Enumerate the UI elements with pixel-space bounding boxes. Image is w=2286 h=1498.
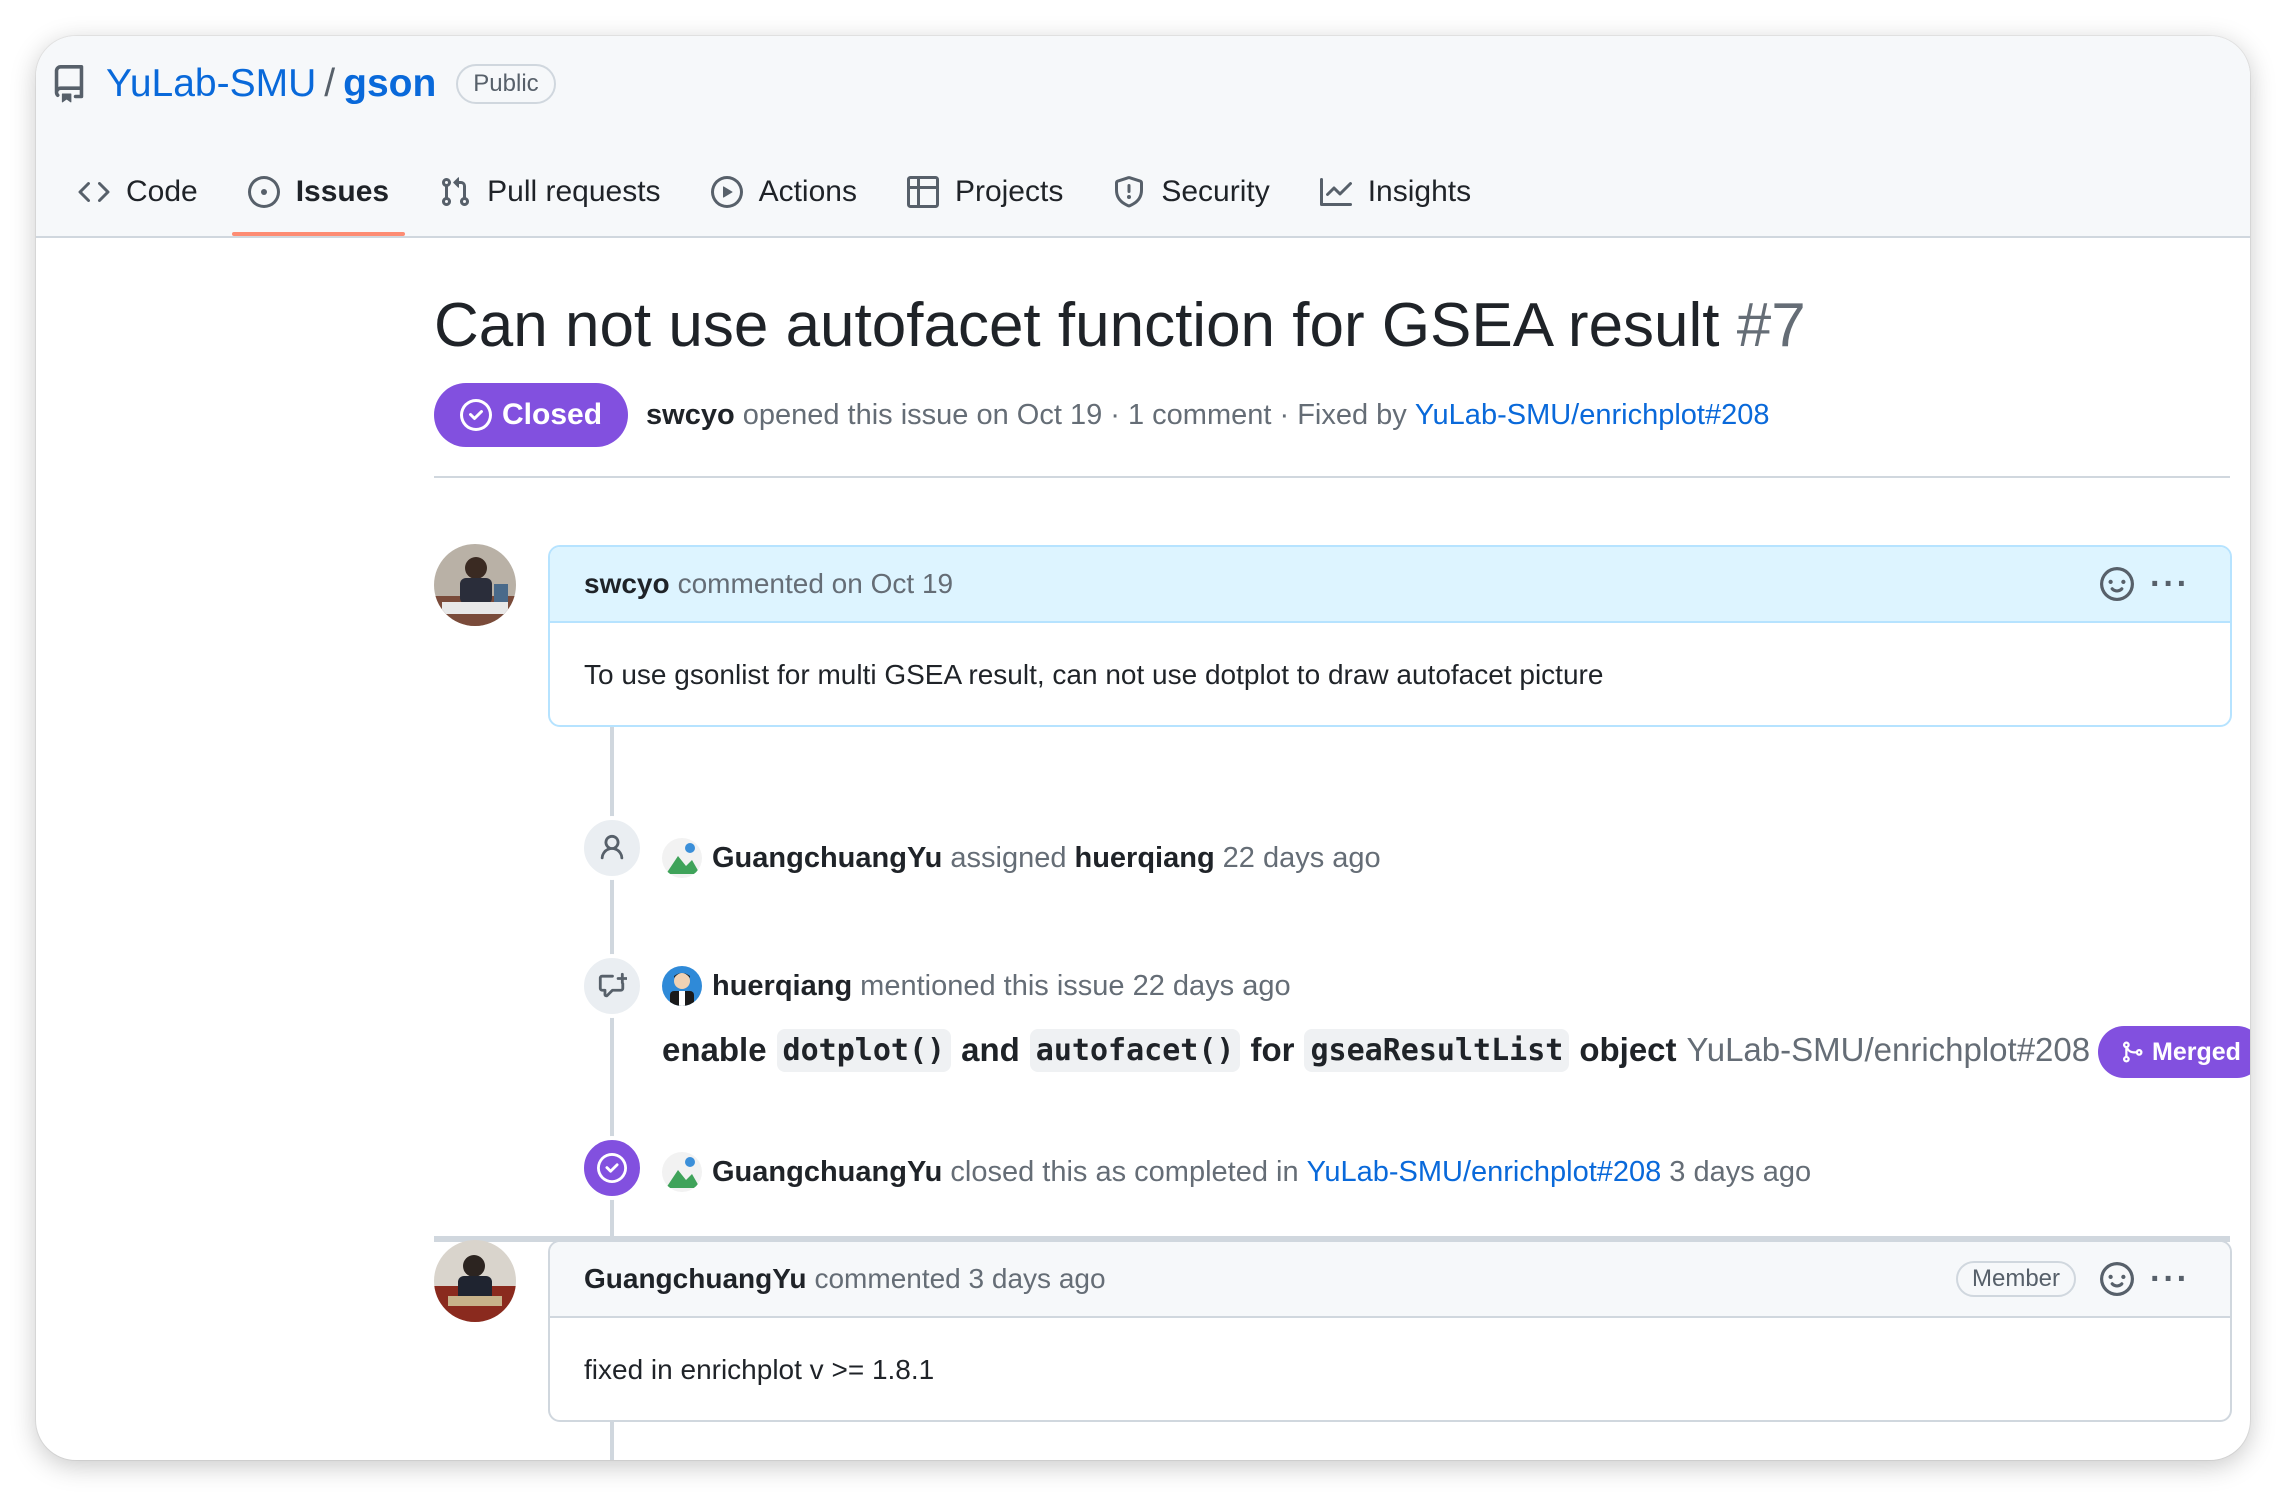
table-icon xyxy=(906,176,939,208)
issue-meta: Closed swcyo opened this issue on Oct 19… xyxy=(434,383,1769,447)
pr-title-code: autofacet() xyxy=(1029,1028,1241,1072)
pr-title-part: object xyxy=(1579,1031,1677,1068)
avatar-image xyxy=(434,1240,516,1322)
check-circle-icon xyxy=(460,399,492,431)
issue-opened-text: opened this issue on Oct 19 · 1 comment … xyxy=(742,398,1407,431)
smiley-icon[interactable] xyxy=(2100,1262,2135,1296)
comment-guangchuangyu: GuangchuangYu commented 3 days ago Membe… xyxy=(548,1240,2232,1422)
event-actor-link[interactable]: GuangchuangYu xyxy=(712,842,942,875)
repo-header: YuLab-SMU / gson Public Code Issues Pull… xyxy=(36,36,2250,238)
avatar-image xyxy=(662,966,702,1006)
tab-actions[interactable]: Actions xyxy=(695,162,873,222)
shield-icon xyxy=(1115,176,1144,208)
referenced-pr-title[interactable]: enable dotplot() and autofacet() for gse… xyxy=(662,1024,2090,1076)
event-actor-link[interactable]: huerqiang xyxy=(712,970,852,1003)
graph-icon xyxy=(1319,178,1352,206)
play-icon xyxy=(710,176,743,208)
event-icon-closed xyxy=(580,1136,644,1200)
event-verb: assigned xyxy=(950,841,1067,874)
avatar-image xyxy=(662,1152,702,1192)
avatar-huerqiang-small[interactable] xyxy=(662,966,702,1006)
pr-title-part: for xyxy=(1250,1031,1295,1068)
tab-security[interactable]: Security xyxy=(1097,162,1285,222)
tab-projects[interactable]: Projects xyxy=(891,162,1079,222)
comment-action[interactable]: commented 3 days ago xyxy=(814,1263,1105,1295)
comment-author-link[interactable]: swcyo xyxy=(584,568,670,600)
member-badge: Member xyxy=(1956,1261,2077,1297)
repo-owner-link[interactable]: YuLab-SMU xyxy=(106,62,316,106)
event-closed-text: closed this as completed in xyxy=(950,1155,1299,1188)
repo-icon xyxy=(54,65,84,103)
cross-reference-icon xyxy=(598,972,627,998)
comment-body: To use gsonlist for multi GSEA result, c… xyxy=(584,659,1604,690)
tab-label: Actions xyxy=(758,175,857,208)
tab-pull-requests[interactable]: Pull requests xyxy=(423,162,676,222)
tab-issues[interactable]: Issues xyxy=(231,162,406,236)
breadcrumb-separator: / xyxy=(324,62,336,105)
issue-title-text: Can not use autofacet function for GSEA … xyxy=(434,291,1720,360)
pr-merged-badge: Merged xyxy=(2098,1026,2250,1078)
comment-header: swcyo commented on Oct 19 ··· xyxy=(550,547,2230,623)
tab-label: Projects xyxy=(954,175,1064,208)
pr-state-label: Merged xyxy=(2152,1037,2241,1066)
code-icon xyxy=(78,181,110,203)
pr-repo-ref: YuLab-SMU/enrichplot#208 xyxy=(1686,1031,2091,1068)
event-assigned: GuangchuangYu assigned huerqiang 22 days… xyxy=(662,836,1381,880)
avatar-swcyo[interactable] xyxy=(434,544,516,626)
repo-breadcrumb: YuLab-SMU / gson Public xyxy=(50,54,556,114)
avatar-guangchuangyu-small[interactable] xyxy=(662,1152,702,1192)
fixed-by-link[interactable]: YuLab-SMU/enrichplot#208 xyxy=(1415,399,1770,432)
event-mentioned: huerqiang mentioned this issue 22 days a… xyxy=(662,964,1291,1008)
comment-actions: Member ··· xyxy=(1956,1242,2190,1316)
person-icon xyxy=(600,834,624,860)
pr-title-part: and xyxy=(961,1031,1020,1068)
event-time[interactable]: 22 days ago xyxy=(1223,842,1381,875)
issue-author-link[interactable]: swcyo xyxy=(646,399,735,432)
kebab-menu-icon[interactable]: ··· xyxy=(2150,1260,2190,1299)
event-target-link[interactable]: huerqiang xyxy=(1075,842,1215,875)
comment-author-link[interactable]: GuangchuangYu xyxy=(584,1263,806,1295)
comment-actions: ··· xyxy=(2100,547,2190,621)
issue-opened-icon xyxy=(247,176,280,208)
tab-label: Issues xyxy=(295,175,390,208)
issue-number: #7 xyxy=(1736,291,1806,360)
tab-label: Security xyxy=(1161,175,1270,208)
browser-frame: YuLab-SMU / gson Public Code Issues Pull… xyxy=(36,36,2250,1460)
header-divider xyxy=(434,476,2230,478)
closing-pr-link[interactable]: YuLab-SMU/enrichplot#208 xyxy=(1307,1156,1662,1189)
check-circle-icon xyxy=(597,1153,627,1183)
event-mention-text: mentioned this issue 22 days ago xyxy=(860,969,1291,1002)
pr-title-code: gseaResultList xyxy=(1304,1028,1570,1072)
smiley-icon[interactable] xyxy=(2100,567,2135,601)
repo-name-link[interactable]: gson xyxy=(343,62,436,106)
tab-code[interactable]: Code xyxy=(62,162,214,222)
pr-title-code: dotplot() xyxy=(776,1028,952,1072)
kebab-menu-icon[interactable]: ··· xyxy=(2150,565,2190,604)
git-pull-request-icon xyxy=(442,177,470,207)
tab-label: Pull requests xyxy=(487,175,661,208)
tab-label: Code xyxy=(126,175,198,208)
comment-header: GuangchuangYu commented 3 days ago Membe… xyxy=(550,1242,2230,1318)
event-icon-mentioned xyxy=(580,954,644,1018)
avatar-image xyxy=(662,838,702,878)
issue-state-badge: Closed xyxy=(434,383,629,447)
comment-swcyo: swcyo commented on Oct 19 ··· To use gso… xyxy=(548,545,2232,727)
event-closed: GuangchuangYu closed this as completed i… xyxy=(662,1150,1811,1194)
tab-insights[interactable]: Insights xyxy=(1304,162,1487,222)
pr-title-part: enable xyxy=(662,1031,767,1068)
issue-title: Can not use autofacet function for GSEA … xyxy=(434,290,1806,361)
avatar-image xyxy=(434,544,516,626)
event-actor-link[interactable]: GuangchuangYu xyxy=(712,1156,942,1189)
avatar-guangchuangyu-small[interactable] xyxy=(662,838,702,878)
repo-nav-tabs: Code Issues Pull requests Actions Projec… xyxy=(62,162,1505,236)
event-icon-assigned xyxy=(580,816,644,880)
issue-state-label: Closed xyxy=(502,398,603,431)
comment-action[interactable]: commented on Oct 19 xyxy=(678,568,953,600)
visibility-badge: Public xyxy=(456,64,556,104)
event-time[interactable]: 3 days ago xyxy=(1669,1156,1811,1189)
tab-label: Insights xyxy=(1367,175,1472,208)
git-merge-icon xyxy=(2123,1041,2143,1063)
comment-body: fixed in enrichplot v >= 1.8.1 xyxy=(584,1354,935,1385)
avatar-guangchuangyu[interactable] xyxy=(434,1240,516,1322)
